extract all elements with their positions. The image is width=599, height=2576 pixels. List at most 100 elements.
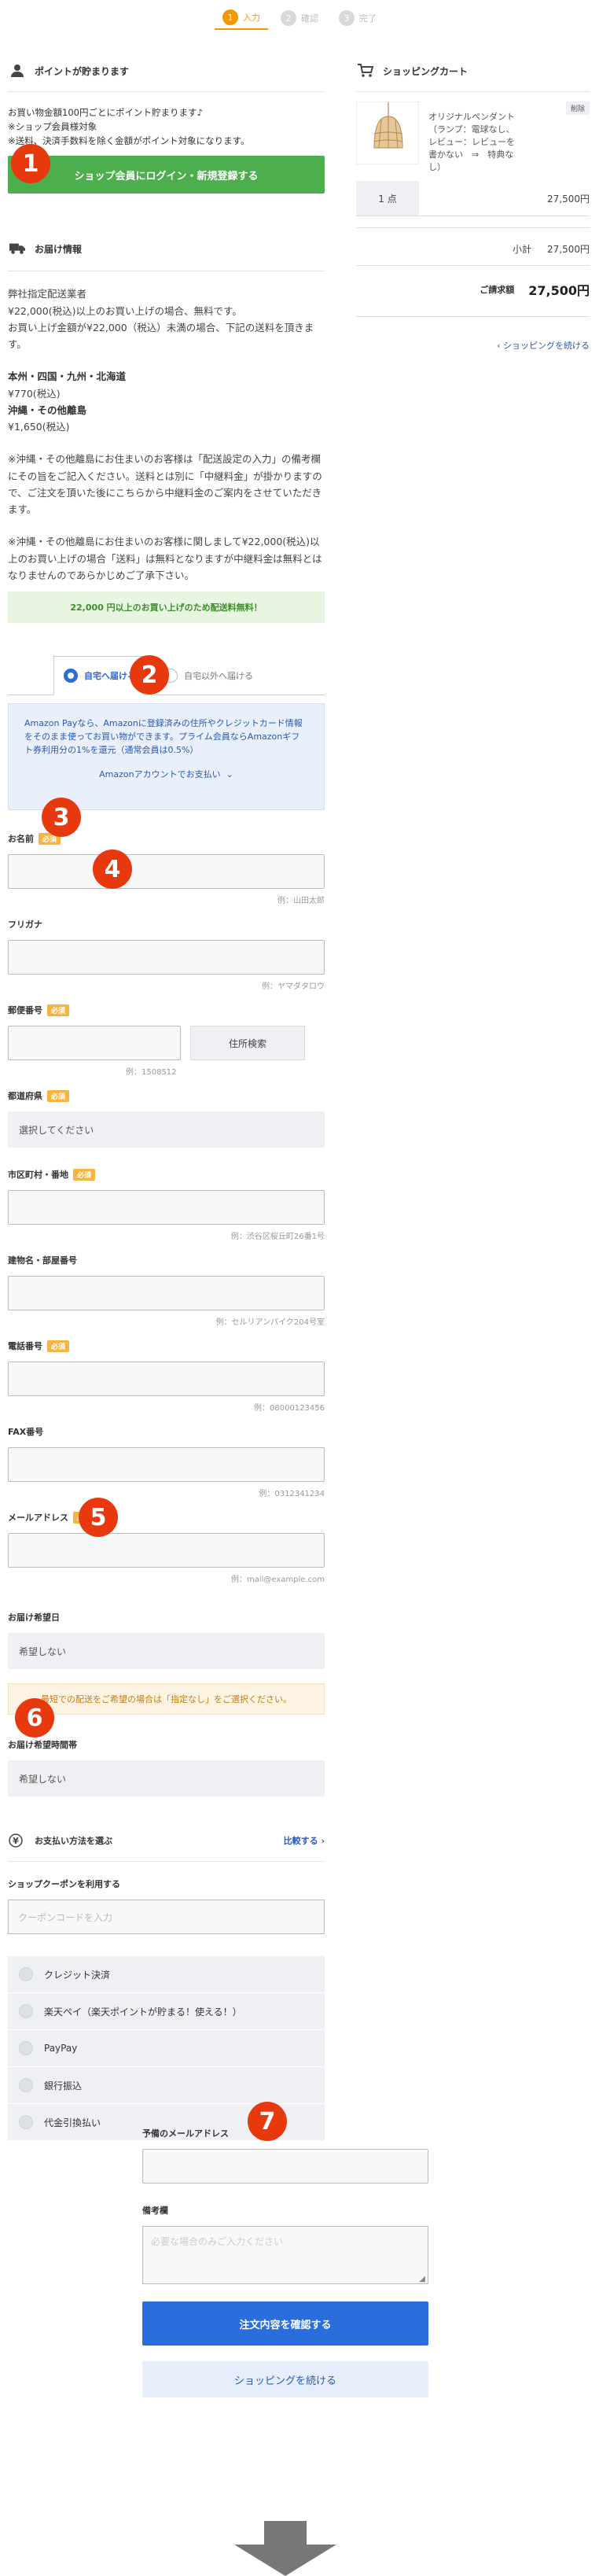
field-label: 建物名・部屋番号 bbox=[8, 1255, 77, 1266]
shipping-note: ※沖縄・その他離島にお住まいのお客様に関しまして¥22,000(税込)以上のお買… bbox=[8, 536, 322, 581]
item-price: 27,500円 bbox=[547, 193, 590, 205]
input-example: 例：セルリアンパイク204号室 bbox=[215, 1318, 325, 1328]
tel-input[interactable] bbox=[8, 1362, 325, 1397]
step-number: 3 bbox=[339, 10, 355, 26]
radio-icon bbox=[19, 1967, 33, 1982]
name-input[interactable] bbox=[8, 854, 325, 890]
pendant-lamp-image bbox=[373, 102, 403, 149]
coupon-field: ショップクーポンを利用する クーポンコードを入力 bbox=[8, 1878, 325, 1935]
compare-link[interactable]: 比較する › bbox=[284, 1834, 325, 1847]
product-name[interactable]: オリジナルペンダント（ランプ：電球なし、レビュー：レビューを書かない ⇒ 特典な… bbox=[428, 101, 523, 174]
continue-shopping-label: ショッピングを続ける bbox=[503, 340, 590, 351]
points-header: ポイントが貯まります bbox=[8, 55, 325, 87]
delivery-date-select[interactable]: 希望しない bbox=[8, 1633, 325, 1670]
cart-title: ショッピングカート bbox=[383, 65, 469, 77]
yen-icon: ¥ bbox=[8, 1833, 24, 1848]
city-input[interactable] bbox=[8, 1190, 325, 1225]
email-input[interactable] bbox=[8, 1533, 325, 1568]
shipping-method: 弊社指定配送業者 bbox=[8, 288, 87, 300]
amazon-pay-link[interactable]: Amazonアカウントでお支払い ⌄ bbox=[24, 768, 308, 781]
input-example: 例：山田太郎 bbox=[277, 897, 325, 906]
shipping-region: 本州・四国・九州・北海道 bbox=[8, 370, 127, 383]
input-example: 例：渋谷区桜丘町26番1号 bbox=[230, 1233, 325, 1242]
resize-handle-icon[interactable]: ◢ bbox=[419, 2275, 425, 2283]
step-label: 完了 bbox=[359, 13, 377, 24]
payment-option-paypay[interactable]: PayPay bbox=[8, 2030, 325, 2068]
tab-label: 自宅以外へ届ける bbox=[184, 671, 253, 682]
annotation-badge-7: 7 bbox=[248, 2102, 287, 2141]
shipping-region: 沖縄・その他離島 bbox=[8, 404, 87, 416]
zip-field: 郵便番号 必須 住所検索 例：1508512 bbox=[8, 1004, 325, 1077]
payment-header: ¥ お支払い方法を選ぶ 比較する › bbox=[8, 1833, 325, 1848]
payment-option-bank[interactable]: 銀行振込 bbox=[8, 2067, 325, 2105]
radio-icon bbox=[19, 2115, 33, 2130]
subtotal-value: 27,500円 bbox=[547, 243, 590, 255]
step-number: 2 bbox=[281, 10, 296, 26]
backup-email-input[interactable] bbox=[142, 2149, 428, 2184]
radio-icon bbox=[19, 2078, 33, 2093]
points-note: ※ショップ会員様対象 bbox=[8, 120, 97, 132]
payment-option-label: PayPay bbox=[44, 2043, 78, 2055]
payment-option-label: 代金引換払い bbox=[44, 2117, 101, 2128]
chevron-left-icon: ‹ bbox=[497, 340, 503, 351]
shipping-fee-info: 弊社指定配送業者 ¥22,000(税込)以上のお買い上げの場合、無料です。 お買… bbox=[8, 271, 325, 584]
field-label: 都道府県 bbox=[8, 1091, 42, 1102]
field-label: FAX番号 bbox=[8, 1427, 44, 1438]
prefecture-field: 都道府県 必須 選択してください bbox=[8, 1089, 325, 1148]
building-input[interactable] bbox=[8, 1276, 325, 1311]
required-badge: 必須 bbox=[73, 1168, 96, 1181]
fax-input[interactable] bbox=[8, 1447, 325, 1483]
address-search-button[interactable]: 住所検索 bbox=[190, 1026, 305, 1061]
shipping-fee: ¥1,650(税込) bbox=[8, 421, 70, 433]
progress-steps: 1 入力 2 確認 3 完了 bbox=[0, 6, 599, 30]
input-example: 例：0312341234 bbox=[259, 1490, 325, 1499]
remarks-textarea[interactable]: 必要な場合のみご入力ください ◢ bbox=[142, 2226, 428, 2284]
payment-option-rakuten[interactable]: 楽天ペイ（楽天ポイントが貯まる！使える！） bbox=[8, 1993, 325, 2031]
cart-header: ショッピングカート bbox=[356, 55, 590, 87]
payment-option-label: 楽天ペイ（楽天ポイントが貯まる！使える！） bbox=[44, 2006, 242, 2018]
city-field: 市区町村・番地 必須 例：渋谷区桜丘町26番1号 bbox=[8, 1168, 325, 1241]
annotation-badge-5: 5 bbox=[79, 1498, 118, 1537]
prefecture-select[interactable]: 選択してください bbox=[8, 1111, 325, 1148]
down-arrow-icon bbox=[234, 2521, 336, 2576]
subtotal-label: 小計 bbox=[512, 243, 531, 255]
points-note: お買い物金額100円ごとにポイント貯まります♪ bbox=[8, 107, 203, 118]
field-label: お届け希望日 bbox=[8, 1612, 60, 1623]
tel-field: 電話番号 必須 例：08000123456 bbox=[8, 1340, 325, 1413]
continue-shopping-button[interactable]: ショッピングを続ける bbox=[142, 2361, 428, 2397]
continue-shopping-link[interactable]: ‹ ショッピングを続ける bbox=[356, 315, 590, 352]
coupon-input[interactable]: クーポンコードを入力 bbox=[8, 1900, 325, 1935]
amazon-pay-description: Amazon Payなら、Amazonに登録済みの住所やクレジットカード情報をそ… bbox=[24, 718, 303, 756]
radio-selected-icon bbox=[64, 669, 78, 684]
field-label: 郵便番号 bbox=[8, 1005, 42, 1016]
payment-option-credit[interactable]: クレジット決済 bbox=[8, 1956, 325, 1994]
login-register-button[interactable]: ショップ会員にログイン・新規登録する bbox=[8, 156, 325, 194]
remarks-placeholder: 必要な場合のみご入力ください bbox=[151, 2236, 284, 2247]
amazon-pay-link-label: Amazonアカウントでお支払い bbox=[99, 769, 221, 780]
payment-title: お支払い方法を選ぶ bbox=[35, 1836, 112, 1847]
subtotal-row: 小計 27,500円 bbox=[356, 242, 590, 256]
input-example: 例：1508512 bbox=[126, 1068, 177, 1078]
cart-qty-row: 1 点 27,500円 bbox=[356, 181, 590, 216]
points-notes: お買い物金額100円ごとにポイント貯まります♪ ※ショップ会員様対象 ※送料、決… bbox=[8, 91, 325, 148]
payment-option-label: クレジット決済 bbox=[44, 1969, 111, 1981]
shipping-info-header: お届け情報 bbox=[8, 233, 325, 264]
kana-input[interactable] bbox=[8, 940, 325, 975]
shipping-note: ※沖縄・その他離島にお住まいのお客様は「配送設定の入力」の備考欄にその旨をご記入… bbox=[8, 453, 322, 516]
delivery-time-select[interactable]: 希望しない bbox=[8, 1760, 325, 1797]
field-label: 市区町村・番地 bbox=[8, 1170, 68, 1181]
zip-input[interactable] bbox=[8, 1026, 181, 1061]
tab-deliver-other[interactable]: 自宅以外へ届ける bbox=[154, 656, 272, 695]
shipping-fee: ¥770(税込) bbox=[8, 387, 61, 400]
tab-label: 自宅へ届ける bbox=[84, 671, 136, 682]
quantity-select[interactable]: 1 点 bbox=[356, 181, 419, 216]
product-thumbnail[interactable] bbox=[356, 101, 419, 164]
field-label: お届け希望時間帯 bbox=[8, 1740, 77, 1751]
delete-button[interactable]: 削除 bbox=[565, 101, 590, 115]
chevron-down-icon: ⌄ bbox=[223, 769, 233, 780]
svg-text:¥: ¥ bbox=[13, 1836, 19, 1846]
radio-icon bbox=[19, 2041, 33, 2056]
remarks-label: 備考欄 bbox=[142, 2204, 428, 2217]
delivery-date-notice: 最短での配送をご希望の場合は「指定なし」をご選択ください。 bbox=[8, 1683, 325, 1715]
confirm-order-button[interactable]: 注文内容を確認する bbox=[142, 2301, 428, 2346]
